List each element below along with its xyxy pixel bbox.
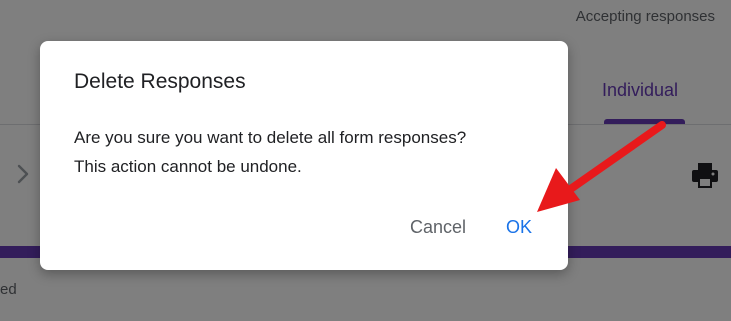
dialog-message-line1: Are you sure you want to delete all form…: [74, 128, 467, 147]
ok-button[interactable]: OK: [496, 209, 542, 245]
dialog-title: Delete Responses: [74, 70, 246, 93]
dialog-message: Are you sure you want to delete all form…: [74, 123, 544, 181]
cancel-button[interactable]: Cancel: [400, 209, 476, 245]
dialog-message-line2: This action cannot be undone.: [74, 157, 302, 176]
delete-responses-dialog: Delete Responses Are you sure you want t…: [40, 41, 568, 270]
